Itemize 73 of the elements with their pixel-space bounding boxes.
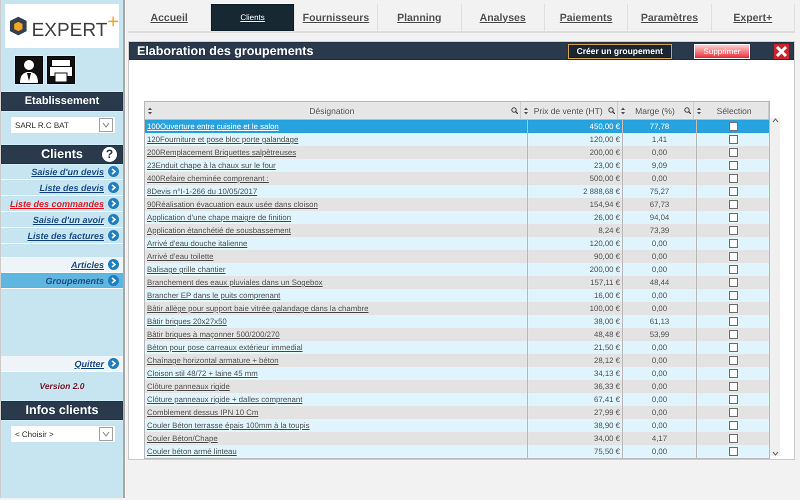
select-value: < Choisir >	[15, 430, 54, 438]
scrollbar[interactable]	[770, 118, 780, 456]
section-header: Etablissement	[1, 92, 123, 111]
client-icon	[15, 56, 43, 84]
arrow-icon	[108, 214, 119, 225]
checkbox[interactable]	[728, 239, 738, 248]
panel-title: Elaboration des groupements	[137, 44, 314, 58]
arrow-icon	[108, 259, 119, 270]
checkbox[interactable]	[728, 265, 738, 274]
checkbox[interactable]	[728, 135, 738, 144]
sort-icon	[696, 106, 702, 114]
arrow-icon	[108, 166, 119, 177]
checkbox[interactable]	[728, 382, 738, 391]
checkbox[interactable]	[728, 408, 738, 417]
checkbox[interactable]	[728, 200, 738, 209]
checkbox[interactable]	[728, 421, 738, 430]
select-value: SARL R.C BAT	[15, 120, 69, 130]
close-icon[interactable]	[774, 44, 789, 58]
menu-item[interactable]: Saisie d'un devis	[1, 164, 123, 180]
checkbox[interactable]	[728, 291, 738, 300]
column-header[interactable]: Marge (%)	[626, 106, 684, 116]
menu-item[interactable]: Quitter	[1, 356, 123, 372]
sort-icon	[620, 106, 626, 114]
caret-icon	[99, 427, 113, 441]
search-icon	[684, 107, 692, 114]
version-text: Version 2.0	[38, 380, 86, 393]
help-icon[interactable]: ?	[102, 147, 117, 162]
checkbox[interactable]	[728, 330, 738, 339]
checkbox[interactable]	[728, 369, 738, 378]
checkbox[interactable]	[728, 187, 738, 196]
checkbox[interactable]	[728, 122, 738, 131]
menu-item[interactable]: Groupements	[1, 273, 123, 289]
column-header[interactable]: Désignation	[153, 106, 511, 116]
checkbox[interactable]	[728, 148, 738, 157]
checkbox[interactable]	[728, 447, 738, 456]
column-header[interactable]: Sélection	[702, 106, 766, 116]
sort-icon	[522, 106, 529, 114]
column-header[interactable]: Prix de vente (HT)	[528, 106, 608, 116]
arrow-icon	[108, 275, 119, 286]
menu-item[interactable]: Liste des devis	[1, 180, 123, 196]
menu-item[interactable]: Liste des commandes	[1, 196, 123, 212]
checkbox[interactable]	[728, 213, 738, 222]
search-icon	[510, 107, 518, 114]
section-header: Clients	[41, 147, 83, 161]
establishment-select[interactable]: SARL R.C BAT	[11, 117, 115, 133]
nav-tab[interactable]: Clients	[211, 4, 295, 31]
checkbox[interactable]	[728, 226, 738, 235]
checkbox[interactable]	[728, 161, 738, 170]
menu-item[interactable]: Articles	[1, 257, 123, 273]
arrow-icon	[108, 182, 119, 193]
section-header: Infos clients	[1, 401, 123, 420]
checkbox[interactable]	[728, 434, 738, 443]
checkbox[interactable]	[728, 174, 738, 183]
sort-icon	[147, 106, 153, 114]
menu-item[interactable]: Saisie d'un avoir	[1, 212, 123, 228]
printer-icon	[47, 56, 75, 84]
scroll-up-icon	[772, 118, 778, 123]
scroll-down-icon	[772, 451, 778, 456]
checkbox[interactable]	[728, 395, 738, 404]
checkbox[interactable]	[728, 278, 738, 287]
create-group-button[interactable]: Créer un groupement	[568, 44, 672, 58]
checkbox[interactable]	[728, 356, 738, 365]
checkbox[interactable]	[728, 304, 738, 313]
menu-item[interactable]: Liste des factures	[1, 228, 123, 244]
arrow-icon	[108, 230, 119, 241]
arrow-icon	[108, 198, 119, 209]
search-icon	[608, 107, 615, 114]
arrow-icon	[108, 358, 119, 369]
caret-icon	[99, 118, 113, 132]
checkbox[interactable]	[728, 317, 738, 326]
checkbox[interactable]	[728, 252, 738, 261]
client-select[interactable]: < Choisir >	[11, 426, 115, 442]
checkbox[interactable]	[728, 343, 738, 352]
